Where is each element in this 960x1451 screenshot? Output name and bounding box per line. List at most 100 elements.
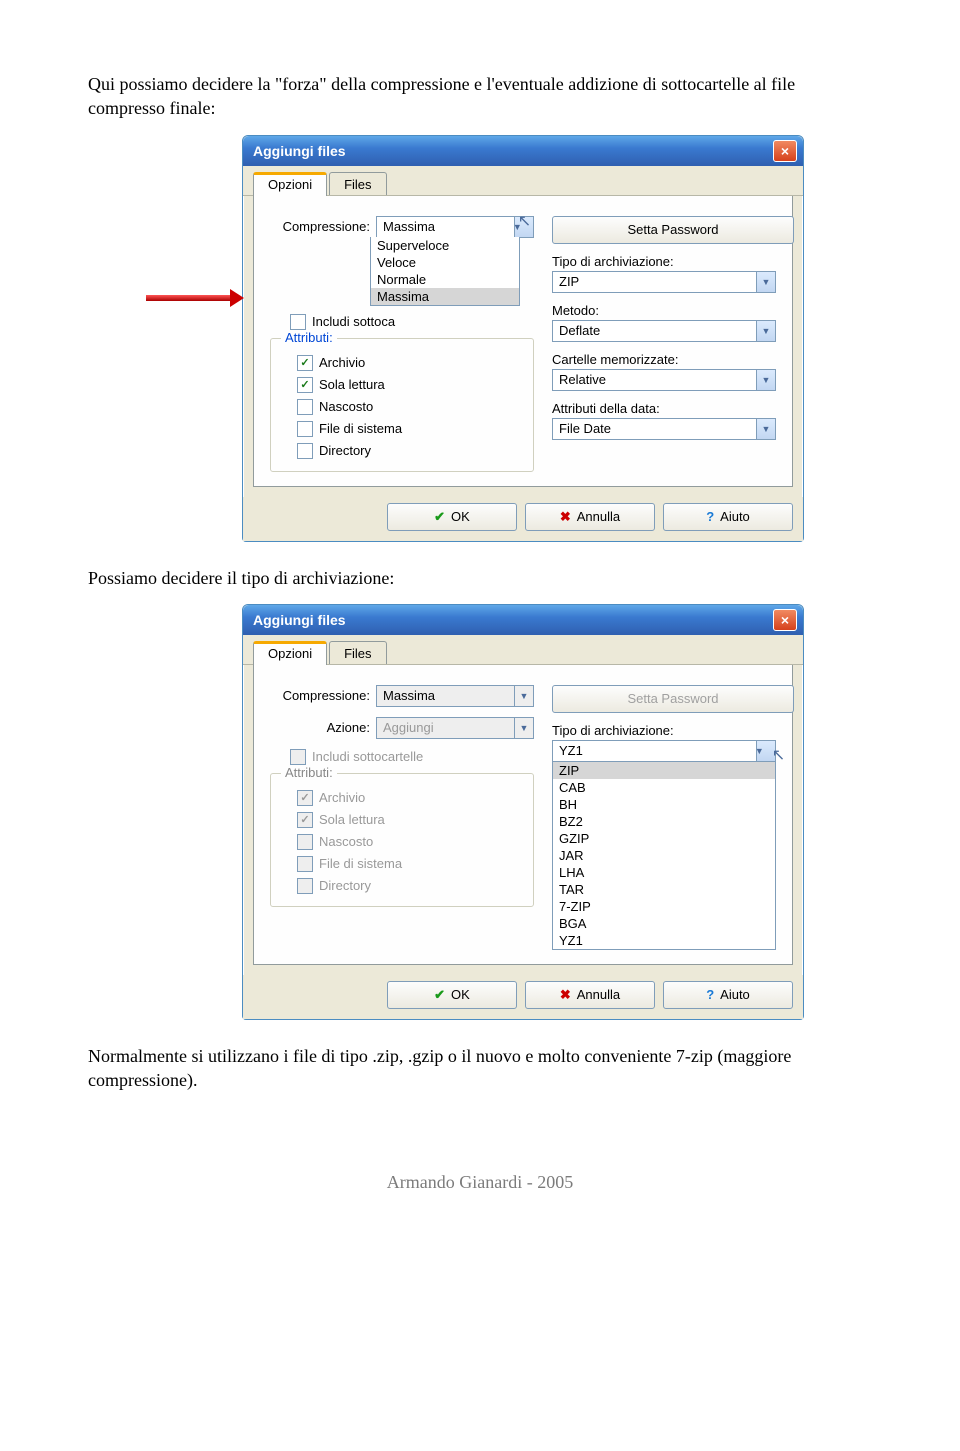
titlebar[interactable]: Aggiungi files ×	[243, 136, 803, 166]
list-item[interactable]: BZ2	[553, 813, 775, 830]
chevron-down-icon[interactable]: ▼	[756, 369, 776, 391]
cancel-icon: ✖	[560, 509, 571, 525]
list-item[interactable]: JAR	[553, 847, 775, 864]
attr-label: Directory	[319, 443, 371, 458]
attr-label: Sola lettura	[319, 812, 385, 827]
list-item[interactable]: BGA	[553, 915, 775, 932]
dialog-buttons: ✔OK ✖Annulla ?Aiuto	[243, 497, 803, 541]
chevron-down-icon[interactable]: ▼↖	[514, 216, 534, 238]
chevron-down-icon[interactable]: ▼	[756, 320, 776, 342]
attr-checkbox[interactable]	[297, 443, 313, 459]
compressione-combo[interactable]: Massima ▼↖	[376, 216, 534, 238]
tipo-combo[interactable]: ZIP▼	[552, 271, 776, 293]
setta-password-button: Setta Password	[552, 685, 794, 713]
list-item[interactable]: TAR	[553, 881, 775, 898]
tab-opzioni[interactable]: Opzioni	[253, 172, 327, 196]
attr-label: Nascosto	[319, 834, 373, 849]
includi-checkbox[interactable]	[290, 314, 306, 330]
cartelle-combo[interactable]: Relative▼	[552, 369, 776, 391]
window-title: Aggiungi files	[253, 612, 346, 628]
cancel-icon: ✖	[560, 987, 571, 1003]
attrdata-combo[interactable]: File Date▼	[552, 418, 776, 440]
dialog-buttons: ✔OK ✖Annulla ?Aiuto	[243, 975, 803, 1019]
attr-checkbox[interactable]: ✓	[297, 355, 313, 371]
help-icon: ?	[706, 987, 714, 1002]
page-footer: Armando Gianardi - 2005	[88, 1172, 872, 1193]
attr-checkbox[interactable]	[297, 399, 313, 415]
check-icon: ✔	[434, 509, 445, 525]
list-item[interactable]: ZIP	[553, 762, 775, 779]
attr-label: Archivio	[319, 790, 365, 805]
aiuto-button[interactable]: ?Aiuto	[663, 503, 793, 531]
dropdown-item[interactable]: Normale	[371, 271, 519, 288]
list-item[interactable]: 7-ZIP	[553, 898, 775, 915]
list-item[interactable]: LHA	[553, 864, 775, 881]
attr-checkbox[interactable]: ✓	[297, 377, 313, 393]
compressione-dropdown[interactable]: Superveloce Veloce Normale Massima	[370, 237, 520, 306]
dropdown-item[interactable]: Superveloce	[371, 237, 519, 254]
tabstrip: Opzioni Files	[243, 166, 803, 196]
includi-checkbox	[290, 749, 306, 765]
attr-checkbox	[297, 834, 313, 850]
chevron-down-icon[interactable]: ▼↖	[756, 740, 776, 762]
tab-files[interactable]: Files	[329, 172, 386, 195]
tipo-combo[interactable]: YZ1▼↖	[552, 740, 776, 762]
tab-files[interactable]: Files	[329, 641, 386, 664]
ok-button[interactable]: ✔OK	[387, 503, 517, 531]
attr-checkbox[interactable]	[297, 421, 313, 437]
attr-label: File di sistema	[319, 856, 402, 871]
intro-paragraph-2: Possiamo decidere il tipo di archiviazio…	[88, 566, 872, 590]
cursor-icon: ↖	[518, 211, 531, 231]
compressione-label: Compressione:	[270, 219, 376, 234]
chevron-down-icon: ▼	[514, 685, 534, 707]
dropdown-item[interactable]: Veloce	[371, 254, 519, 271]
list-item[interactable]: CAB	[553, 779, 775, 796]
close-button[interactable]: ×	[773, 609, 797, 631]
metodo-combo[interactable]: Deflate▼	[552, 320, 776, 342]
dropdown-item-selected[interactable]: Massima	[371, 288, 519, 305]
chevron-down-icon: ▼	[514, 717, 534, 739]
cartelle-label: Cartelle memorizzate:	[552, 352, 776, 367]
tab-opzioni[interactable]: Opzioni	[253, 641, 327, 665]
callout-arrow	[146, 291, 244, 305]
tipo-listbox[interactable]: ZIP CAB BH BZ2 GZIP JAR LHA TAR 7-ZIP BG…	[552, 761, 776, 950]
attr-label: Directory	[319, 878, 371, 893]
attr-label: Nascosto	[319, 399, 373, 414]
compressione-value: Massima	[376, 216, 514, 238]
includi-label: Includi sottocartelle	[312, 749, 423, 764]
tipo-label: Tipo di archiviazione:	[552, 254, 776, 269]
close-button[interactable]: ×	[773, 140, 797, 162]
close-icon: ×	[781, 143, 789, 159]
dialog-aggiungi-files-2: Aggiungi files × Opzioni Files Compressi…	[242, 604, 804, 1020]
list-item[interactable]: YZ1	[553, 932, 775, 949]
attrdata-label: Attributi della data:	[552, 401, 776, 416]
compressione-label: Compressione:	[270, 688, 376, 703]
attr-label: Archivio	[319, 355, 365, 370]
list-item[interactable]: BH	[553, 796, 775, 813]
attr-checkbox: ✓	[297, 812, 313, 828]
chevron-down-icon[interactable]: ▼	[756, 418, 776, 440]
list-item[interactable]: GZIP	[553, 830, 775, 847]
chevron-down-icon[interactable]: ▼	[756, 271, 776, 293]
attributi-group: Attributi: ✓Archivio ✓Sola lettura Nasco…	[270, 338, 534, 472]
azione-label: Azione:	[270, 720, 376, 735]
annulla-button[interactable]: ✖Annulla	[525, 503, 655, 531]
ok-button[interactable]: ✔OK	[387, 981, 517, 1009]
dialog-aggiungi-files-1: Aggiungi files × Opzioni Files Compressi…	[242, 135, 804, 542]
setta-password-button[interactable]: Setta Password	[552, 216, 794, 244]
annulla-button[interactable]: ✖Annulla	[525, 981, 655, 1009]
titlebar[interactable]: Aggiungi files ×	[243, 605, 803, 635]
intro-paragraph-1: Qui possiamo decidere la "forza" della c…	[88, 72, 872, 121]
metodo-label: Metodo:	[552, 303, 776, 318]
tipo-label: Tipo di archiviazione:	[552, 723, 776, 738]
compressione-combo: Massima▼	[376, 685, 534, 707]
outro-paragraph: Normalmente si utilizzano i file di tipo…	[88, 1044, 872, 1093]
tabstrip: Opzioni Files	[243, 635, 803, 665]
azione-combo: Aggiungi▼	[376, 717, 534, 739]
window-title: Aggiungi files	[253, 143, 346, 159]
aiuto-button[interactable]: ?Aiuto	[663, 981, 793, 1009]
includi-label: Includi sottoca	[312, 314, 395, 329]
check-icon: ✔	[434, 987, 445, 1003]
attr-checkbox: ✓	[297, 790, 313, 806]
close-icon: ×	[781, 612, 789, 628]
